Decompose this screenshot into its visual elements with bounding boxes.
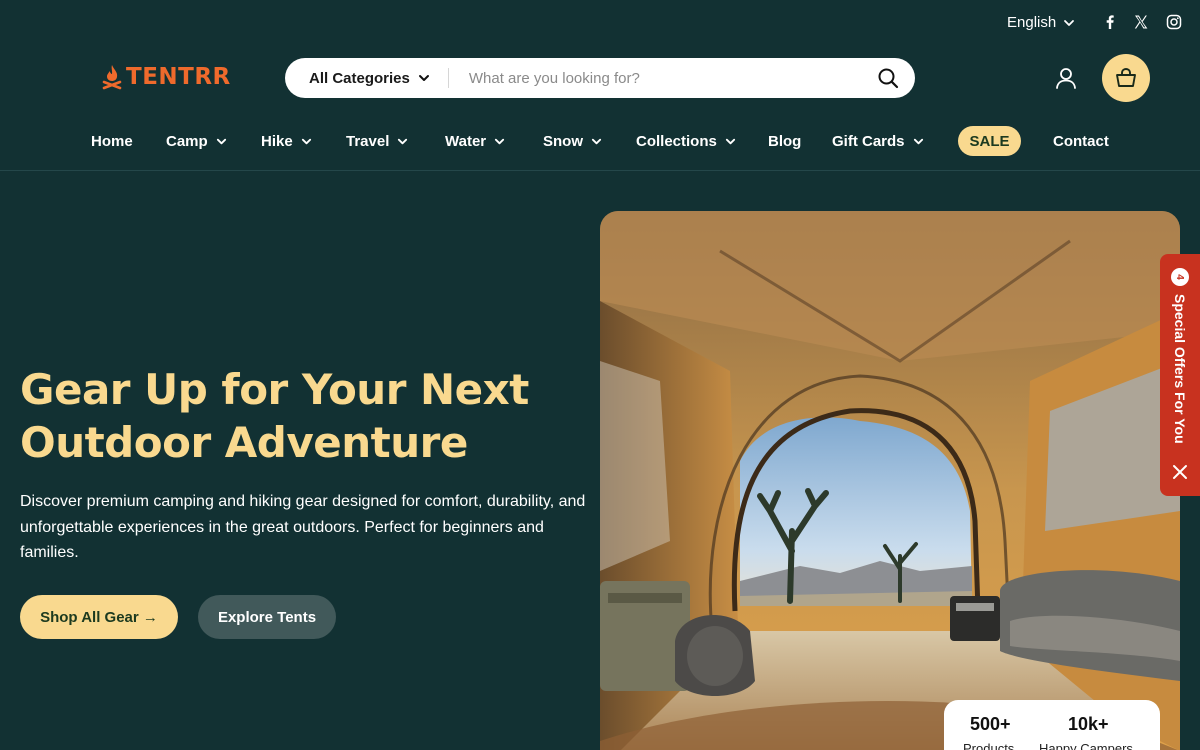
nav-item-travel[interactable]: Travel: [346, 126, 408, 156]
nav-item-label: Blog: [768, 132, 802, 150]
language-selector[interactable]: English: [1007, 14, 1075, 31]
instagram-icon[interactable]: [1165, 13, 1183, 31]
nav-item-label: Camp: [166, 132, 208, 150]
nav-item-gift-cards[interactable]: Gift Cards: [832, 126, 924, 156]
nav-item-contact[interactable]: Contact: [1053, 126, 1109, 156]
nav-item-label: Hike: [261, 132, 293, 150]
chevron-down-icon: [495, 138, 505, 144]
nav-item-camp[interactable]: Camp: [166, 126, 227, 156]
explore-tents-button[interactable]: Explore Tents: [198, 595, 336, 639]
chevron-down-icon: [418, 75, 429, 81]
nav-item-hike[interactable]: Hike: [261, 126, 312, 156]
chevron-down-icon: [591, 138, 602, 144]
search-input[interactable]: [448, 69, 869, 87]
cart-button[interactable]: [1102, 54, 1150, 102]
stat-label: Products: [963, 741, 1015, 750]
shop-all-gear-button[interactable]: Shop All Gear →: [20, 595, 178, 639]
chevron-down-icon: [725, 138, 735, 144]
special-offers-tab[interactable]: 4 Special Offers For You: [1160, 254, 1200, 496]
category-select-label: All Categories: [309, 69, 410, 87]
stat-value: 500+: [970, 714, 1011, 734]
facebook-icon[interactable]: [1101, 13, 1119, 31]
chevron-down-icon: [1064, 19, 1075, 26]
campfire-logo-icon: [102, 65, 122, 90]
chevron-down-icon: [913, 138, 923, 144]
nav-item-sale[interactable]: SALE: [958, 126, 1021, 156]
search-bar: All Categories: [285, 58, 915, 98]
chevron-down-icon: [301, 138, 311, 144]
hero-title: Gear Up for Your Next Outdoor Adventure: [20, 365, 529, 467]
nav-item-label: Water: [445, 132, 487, 150]
hero-description: Discover premium camping and hiking gear…: [20, 493, 586, 561]
language-label: English: [1007, 14, 1057, 31]
category-select[interactable]: All Categories: [285, 58, 448, 98]
shopping-basket-icon: [1116, 68, 1136, 87]
stats-card: 500+ Products 10k+ Happy Campers: [944, 700, 1160, 750]
account-icon[interactable]: [1054, 66, 1078, 90]
search-icon[interactable]: [877, 67, 899, 89]
nav-item-water[interactable]: Water: [445, 126, 505, 156]
chevron-down-icon: [398, 138, 408, 144]
nav-item-label: Collections: [636, 132, 717, 150]
nav-item-label: Home: [91, 132, 133, 150]
nav-item-label: Snow: [543, 132, 583, 150]
nav-item-collections[interactable]: Collections: [636, 126, 736, 156]
close-icon[interactable]: [1172, 464, 1188, 480]
nav-item-label: Gift Cards: [832, 132, 905, 150]
nav-item-label: SALE: [969, 132, 1010, 150]
nav-item-home[interactable]: Home: [91, 126, 133, 156]
header-divider: [0, 170, 1200, 171]
nav-item-blog[interactable]: Blog: [768, 126, 801, 156]
nav-item-label: Travel: [346, 132, 390, 150]
stat-value: 10k+: [1068, 714, 1109, 734]
nav-item-snow[interactable]: Snow: [543, 126, 602, 156]
x-icon[interactable]: [1132, 13, 1150, 31]
stat-label: Happy Campers: [1039, 741, 1133, 750]
logo-text: TENTRR: [126, 64, 231, 90]
main-navigation: Home Camp Hike Travel Water Snow Collect…: [0, 126, 1200, 156]
top-utility-bar: English: [0, 0, 1200, 44]
offers-count-badge: 4: [1171, 268, 1189, 286]
site-logo[interactable]: TENTRR: [102, 64, 231, 90]
nav-item-label: Contact: [1053, 132, 1109, 150]
chevron-down-icon: [216, 138, 226, 144]
hero-image: [600, 211, 1180, 750]
special-offers-label: Special Offers For You: [1172, 294, 1188, 444]
